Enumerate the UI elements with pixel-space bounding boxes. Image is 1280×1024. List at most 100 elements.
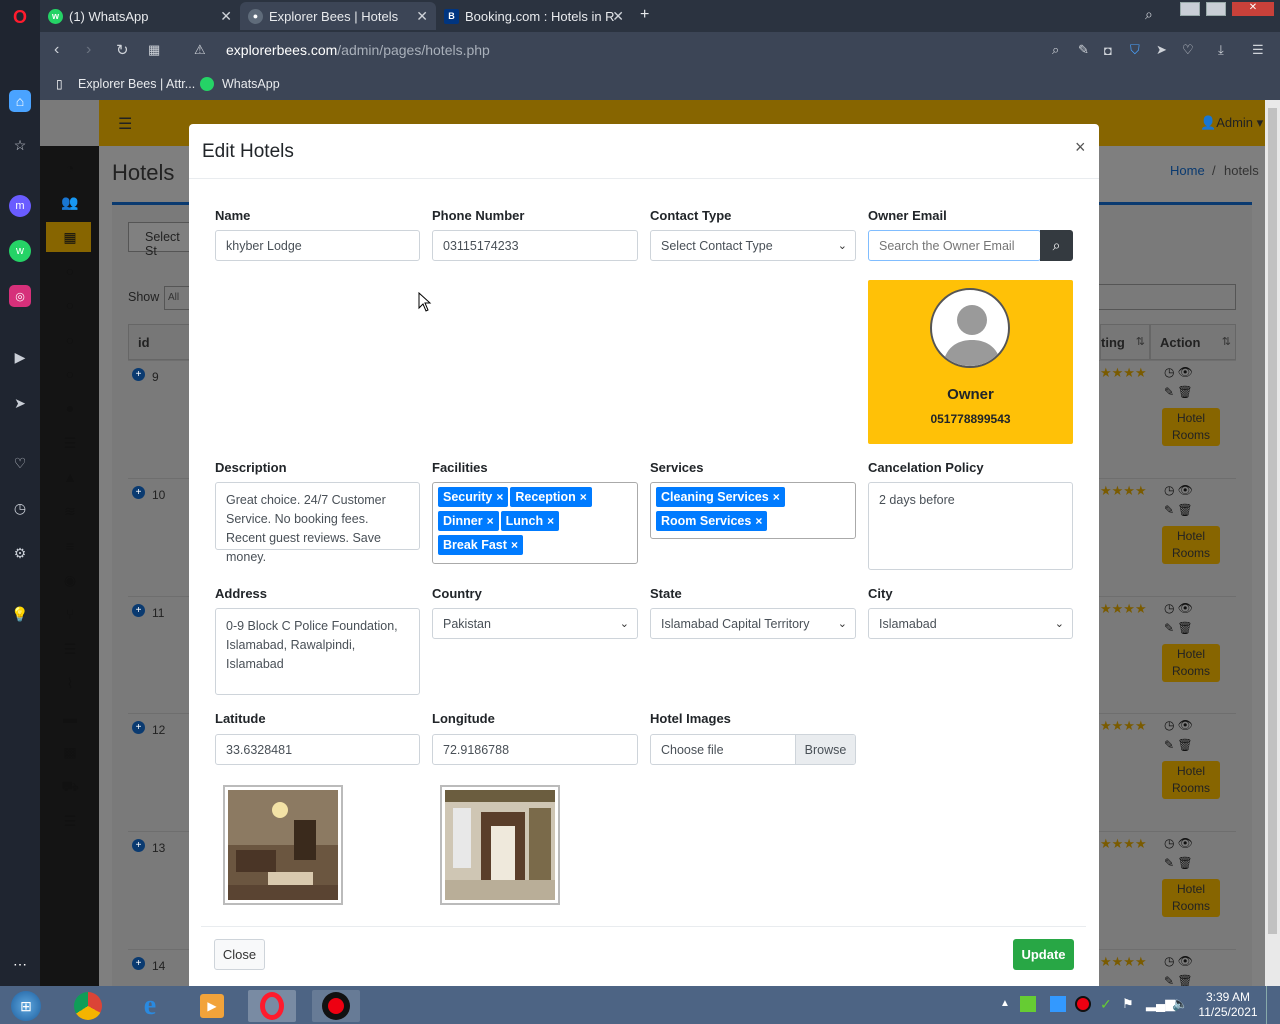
tray-app-icon[interactable] xyxy=(1050,996,1066,1012)
bed-icon[interactable]: ⌇ xyxy=(60,675,80,692)
menu-icon[interactable]: ☰ xyxy=(1252,42,1264,58)
expand-row-icon[interactable]: + xyxy=(132,721,145,734)
close-button[interactable]: Close xyxy=(214,939,265,970)
tray-expand-icon[interactable]: ▲ xyxy=(1000,998,1010,1009)
facility-tag[interactable]: Security × xyxy=(438,487,509,507)
hotel-image-thumbnail[interactable] xyxy=(440,785,560,905)
heart-icon[interactable]: ♡ xyxy=(1182,42,1194,58)
player-icon[interactable]: ▶ xyxy=(9,346,31,368)
close-icon[interactable]: × xyxy=(1075,137,1086,158)
home-icon[interactable]: ⌂ xyxy=(9,90,31,112)
tab-whatsapp[interactable]: w (1) WhatsApp ✕ xyxy=(40,2,240,30)
name-input[interactable]: khyber Lodge xyxy=(215,230,420,261)
service-tag[interactable]: Cleaning Services × xyxy=(656,487,785,507)
new-tab-icon[interactable]: + xyxy=(640,6,649,24)
address-textarea[interactable]: 0-9 Block C Police Foundation, Islamabad… xyxy=(215,608,420,695)
tray-flag-icon[interactable]: ⚑ xyxy=(1122,996,1134,1012)
car-icon[interactable]: ▬ xyxy=(60,710,80,726)
bookmark-explorer-bees[interactable]: Explorer Bees | Attr... xyxy=(78,77,195,91)
remove-tag-icon[interactable]: × xyxy=(547,514,554,528)
cart-icon[interactable]: ⛟ xyxy=(60,778,80,797)
star-icon[interactable]: ☆ xyxy=(9,134,31,156)
country-select[interactable]: Pakistan ⌄ xyxy=(432,608,638,639)
expand-row-icon[interactable]: + xyxy=(132,368,145,381)
instagram-icon[interactable]: ◎ xyxy=(9,285,31,307)
maximize-button[interactable] xyxy=(1206,2,1226,16)
tray-shield-icon[interactable]: ✓ xyxy=(1100,996,1116,1012)
table-header-action[interactable]: Action ⇅ xyxy=(1150,324,1236,360)
update-button[interactable]: Update xyxy=(1013,939,1074,970)
facility-tag[interactable]: Lunch × xyxy=(500,511,560,531)
expand-row-icon[interactable]: + xyxy=(132,604,145,617)
services-multiselect[interactable]: Cleaning Services × Room Services × xyxy=(650,482,856,539)
row-action-icons[interactable]: ◷ 👁 ✎ 🗑 xyxy=(1164,951,1204,986)
tabs-grid-icon[interactable]: ▦ xyxy=(148,42,160,58)
opera-logo-icon[interactable]: O xyxy=(9,6,31,28)
tab-explorer-bees[interactable]: ● Explorer Bees | Hotels ✕ xyxy=(240,2,436,30)
forward-icon[interactable]: › xyxy=(86,41,91,59)
more-icon[interactable]: ⋯ xyxy=(9,953,31,975)
phone-input[interactable]: 03115174233 xyxy=(432,230,638,261)
admin-user[interactable]: 👤Admin ▾ xyxy=(1200,115,1263,131)
volume-icon[interactable]: 🔈 xyxy=(1172,996,1188,1012)
opera-taskbar-icon[interactable] xyxy=(248,990,296,1022)
camera-icon[interactable]: ◘ xyxy=(1104,43,1112,58)
breadcrumb-home[interactable]: Home xyxy=(1170,163,1205,178)
chrome-taskbar-icon[interactable] xyxy=(64,990,112,1022)
expand-row-icon[interactable]: + xyxy=(132,486,145,499)
remove-tag-icon[interactable]: × xyxy=(755,514,762,528)
history-icon[interactable]: ◷ xyxy=(9,497,31,519)
close-icon[interactable]: ✕ xyxy=(612,8,624,25)
warning-icon[interactable]: ⚠ xyxy=(194,42,206,58)
whatsapp-icon[interactable]: w xyxy=(9,240,31,262)
dashboard-icon[interactable]: ◔ xyxy=(60,160,80,176)
list-icon[interactable]: ☰ xyxy=(60,813,80,830)
download-icon[interactable]: ⤓ xyxy=(1218,42,1224,58)
facility-tag[interactable]: Dinner × xyxy=(438,511,499,531)
list-icon[interactable]: ☰ xyxy=(60,641,80,658)
circle-icon[interactable]: ○ xyxy=(60,297,80,313)
row-action-icons[interactable]: ◷ 👁 ✎ 🗑 xyxy=(1164,480,1204,520)
close-window-button[interactable]: ✕ xyxy=(1232,2,1274,16)
hotel-icon[interactable]: ▩ xyxy=(60,744,80,761)
hamburger-icon[interactable]: ☰ xyxy=(118,114,132,134)
remove-tag-icon[interactable]: × xyxy=(580,490,587,504)
url-field[interactable]: explorerbees.com/admin/pages/hotels.php xyxy=(226,42,490,58)
city-select[interactable]: Islamabad ⌄ xyxy=(868,608,1073,639)
hotel-rooms-button[interactable]: Hotel Rooms xyxy=(1162,644,1220,682)
service-tag[interactable]: Room Services × xyxy=(656,511,768,531)
bars-icon[interactable]: ≡ xyxy=(60,538,80,554)
row-action-icons[interactable]: ◷ 👁 ✎ 🗑 xyxy=(1164,833,1204,873)
circle-icon[interactable]: ○ xyxy=(60,332,80,348)
show-desktop-button[interactable] xyxy=(1266,986,1280,1024)
page-scrollbar[interactable] xyxy=(1265,100,1280,986)
state-select[interactable]: Islamabad Capital Territory ⌄ xyxy=(650,608,856,639)
table-search-input[interactable] xyxy=(1090,284,1236,310)
search-button[interactable]: ⌕ xyxy=(1040,230,1073,261)
scrollbar-thumb[interactable] xyxy=(1268,108,1277,934)
bulb-icon[interactable]: 💡 xyxy=(9,603,31,625)
ie-taskbar-icon[interactable]: e xyxy=(126,990,174,1022)
hotel-image-thumbnail[interactable] xyxy=(223,785,343,905)
hotel-rooms-button[interactable]: Hotel Rooms xyxy=(1162,879,1220,917)
send-icon[interactable]: ➤ xyxy=(1156,42,1167,58)
hotel-rooms-button[interactable]: Hotel Rooms xyxy=(1162,526,1220,564)
shield-icon[interactable]: ⛉ xyxy=(1130,42,1140,58)
clock[interactable]: 3:39 AM 11/25/2021 xyxy=(1196,990,1260,1020)
messenger-icon[interactable]: m xyxy=(9,195,31,217)
browse-button[interactable]: Browse xyxy=(795,735,855,764)
contact-type-select[interactable]: Select Contact Type ⌄ xyxy=(650,230,856,261)
building-icon[interactable]: ▦ xyxy=(60,229,80,246)
media-taskbar-icon[interactable]: ▶ xyxy=(188,990,236,1022)
row-action-icons[interactable]: ◷ 👁 ✎ 🗑 xyxy=(1164,598,1204,638)
wifi-icon[interactable]: ≋ xyxy=(60,503,80,520)
close-icon[interactable]: ✕ xyxy=(220,8,232,25)
mountain-icon[interactable]: ▲ xyxy=(60,469,80,485)
longitude-input[interactable]: 72.9186788 xyxy=(432,734,638,765)
hotel-images-file-input[interactable]: Choose file Browse xyxy=(650,734,856,765)
remove-tag-icon[interactable]: × xyxy=(773,490,780,504)
remove-tag-icon[interactable]: × xyxy=(487,514,494,528)
settings-icon[interactable]: ⚙ xyxy=(9,542,31,564)
cancelation-textarea[interactable]: 2 days before xyxy=(868,482,1073,570)
hotel-rooms-button[interactable]: Hotel Rooms xyxy=(1162,761,1220,799)
